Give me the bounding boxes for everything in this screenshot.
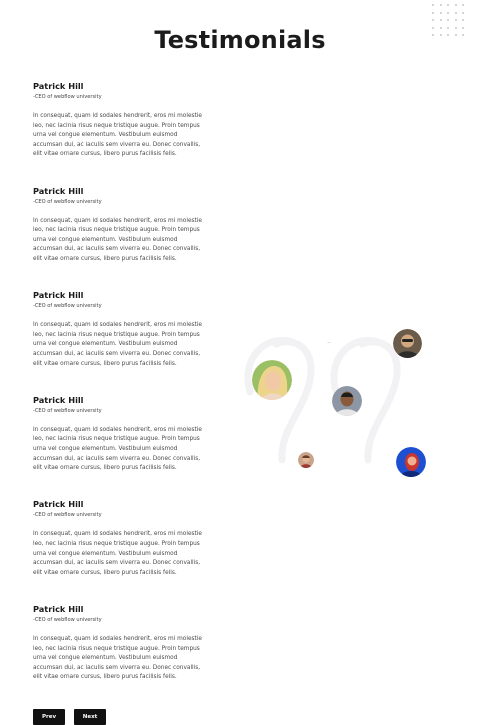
- testimonial-author-role: -CEO of webflow university: [33, 303, 102, 310]
- testimonial-author-name: Patrick Hill: [33, 81, 84, 91]
- avatar: [393, 329, 422, 358]
- avatar: [332, 386, 362, 416]
- testimonial-quote: In consequat, quam id sodales hendrerit,…: [33, 322, 202, 367]
- avatar: [298, 452, 314, 468]
- testimonial-item: Patrick Hill -CEO of webflow university …: [33, 186, 213, 291]
- testimonial-author-role: -CEO of webflow university: [33, 616, 102, 623]
- testimonial-item: Patrick Hill -CEO of webflow university …: [33, 395, 213, 500]
- testimonial-item: Patrick Hill -CEO of webflow university …: [33, 290, 213, 395]
- testimonial-author-role: -CEO of webflow university: [33, 198, 102, 205]
- quote-mark-icon: [244, 336, 401, 464]
- testimonial-author-name: Patrick Hill: [33, 394, 84, 405]
- avatar: [396, 447, 426, 477]
- prev-button[interactable]: Prev: [33, 709, 65, 725]
- testimonial-quote: In consequat, quam id sodales hendrerit,…: [33, 113, 202, 158]
- testimonial-item: Patrick Hill -CEO of webflow university …: [33, 499, 213, 604]
- testimonial-list: Patrick Hill -CEO of webflow university …: [33, 81, 213, 709]
- avatar: [325, 335, 333, 343]
- testimonial-quote: In consequat, quam id sodales hendrerit,…: [33, 531, 202, 576]
- testimonial-item: Patrick Hill -CEO of webflow university …: [33, 604, 213, 709]
- testimonial-author-name: Patrick Hill: [33, 290, 84, 301]
- page-title: Testimonials: [154, 26, 326, 54]
- avatar: [252, 360, 292, 400]
- testimonial-avatar-cluster: [240, 320, 480, 500]
- next-button[interactable]: Next: [74, 709, 106, 725]
- testimonial-author-role: -CEO of webflow university: [33, 512, 102, 519]
- testimonial-quote: In consequat, quam id sodales hendrerit,…: [33, 217, 202, 262]
- testimonial-author-name: Patrick Hill: [33, 603, 84, 614]
- testimonial-author-role: -CEO of webflow university: [33, 407, 102, 414]
- testimonial-author-role: -CEO of webflow university: [33, 94, 102, 100]
- pagination: Prev Next: [33, 709, 106, 725]
- testimonial-quote: In consequat, quam id sodales hendrerit,…: [33, 635, 202, 681]
- testimonial-quote: In consequat, quam id sodales hendrerit,…: [33, 426, 202, 472]
- testimonial-author-name: Patrick Hill: [33, 185, 84, 196]
- testimonial-author-name: Patrick Hill: [33, 499, 84, 510]
- testimonial-item: Patrick Hill -CEO of webflow university …: [33, 81, 213, 186]
